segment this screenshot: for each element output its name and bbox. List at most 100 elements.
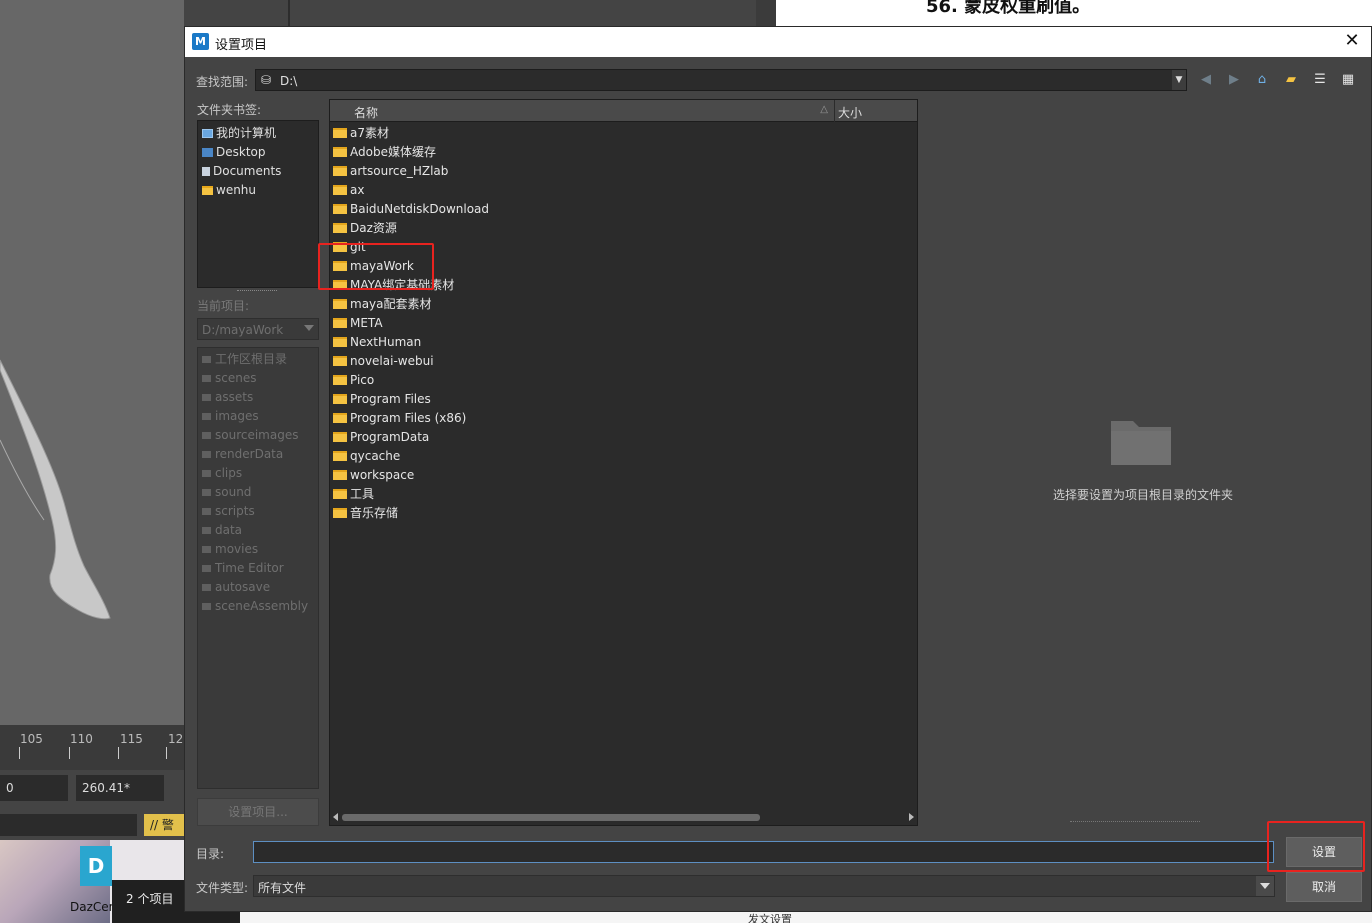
file-rows: a7素材 Adobe媒体缓存 artsource_HZlab ax BaiduN… <box>331 124 836 523</box>
command-line: // 警告 <box>0 810 184 854</box>
folder-row[interactable]: Program Files <box>331 390 836 409</box>
title-bar[interactable]: M 设置项目 ✕ <box>185 27 1371 57</box>
scroll-left-icon[interactable] <box>333 813 338 821</box>
folder-row[interactable]: NextHuman <box>331 333 836 352</box>
folder-icon <box>333 166 347 176</box>
folder-icon <box>333 318 347 328</box>
file-list-header: 名称 △ 大小 <box>330 100 917 122</box>
folder-icon <box>333 128 347 138</box>
directory-label: 目录: <box>196 847 225 861</box>
column-header-name[interactable]: 名称 △ <box>330 100 835 122</box>
list-item: movies <box>198 540 318 559</box>
bookmarks-panel: 我的计算机 Desktop Documents wenhu <box>197 120 319 288</box>
list-item: sceneAssembly <box>198 597 318 616</box>
folder-row[interactable]: novelai-webui <box>331 352 836 371</box>
folder-icon <box>202 413 211 420</box>
look-in-value: D:\ <box>280 74 298 88</box>
range-slider: 0 260.41* <box>0 770 184 810</box>
bookmark-wenhu[interactable]: wenhu <box>198 181 318 200</box>
bookmark-my-computer[interactable]: 我的计算机 <box>198 124 318 143</box>
large-folder-icon <box>1111 421 1171 465</box>
file-list[interactable]: 名称 △ 大小 a7素材 Adobe媒体缓存 artsource_HZlab a… <box>329 99 918 826</box>
look-in-combo[interactable]: ⛁ D:\ ▼ <box>255 69 1187 91</box>
folder-row[interactable]: META <box>331 314 836 333</box>
folder-row[interactable]: ProgramData <box>331 428 836 447</box>
warning-badge: // 警告 <box>144 814 184 854</box>
splitter-handle[interactable] <box>237 290 277 292</box>
computer-icon <box>202 129 213 138</box>
daz-app-icon[interactable]: D <box>80 846 112 886</box>
folder-icon <box>333 489 347 499</box>
maya-viewport <box>0 0 184 725</box>
chevron-down-icon[interactable]: ▼ <box>1172 70 1186 90</box>
folder-row[interactable]: 音乐存储 <box>331 504 836 523</box>
range-end-field[interactable]: 260.41* <box>76 775 164 801</box>
folder-icon <box>333 185 347 195</box>
new-folder-icon[interactable]: ▰ <box>1282 71 1300 89</box>
home-icon[interactable]: ⌂ <box>1253 71 1271 89</box>
folder-row[interactable]: qycache <box>331 447 836 466</box>
bookmark-documents[interactable]: Documents <box>198 162 318 181</box>
splitter-handle[interactable] <box>1070 821 1200 823</box>
chevron-down-icon[interactable] <box>1256 876 1274 896</box>
column-header-size[interactable]: 大小 <box>838 104 862 121</box>
cancel-button[interactable]: 取消 <box>1286 872 1362 902</box>
folder-row[interactable]: workspace <box>331 466 836 485</box>
drive-icon: ⛁ <box>261 73 272 87</box>
folder-row[interactable]: ax <box>331 181 836 200</box>
list-view-icon[interactable]: ☰ <box>1311 71 1329 89</box>
annotation-box-set-button <box>1267 821 1365 872</box>
folder-icon <box>202 603 211 610</box>
file-type-combo[interactable]: 所有文件 <box>253 875 1275 897</box>
folder-row[interactable]: Adobe媒体缓存 <box>331 143 836 162</box>
folder-row[interactable]: Daz资源 <box>331 219 836 238</box>
folder-row[interactable]: 工具 <box>331 485 836 504</box>
directory-input[interactable] <box>253 841 1274 863</box>
set-project-button: 设置项目... <box>197 798 319 826</box>
folder-icon <box>202 356 211 363</box>
current-project-label: 当前项目: <box>197 299 250 313</box>
list-item: assets <box>198 388 318 407</box>
horizontal-scrollbar[interactable] <box>330 811 917 825</box>
forward-icon[interactable]: ▶ <box>1225 71 1243 89</box>
list-item: sound <box>198 483 318 502</box>
look-in-label: 查找范围: <box>196 75 249 89</box>
back-icon[interactable]: ◀ <box>1197 71 1215 89</box>
desktop-icon <box>202 148 213 157</box>
scrollbar-thumb[interactable] <box>342 814 760 821</box>
doc-heading: 56. 蒙皮权重刷值。 <box>926 0 1091 17</box>
list-item: clips <box>198 464 318 483</box>
scroll-right-icon[interactable] <box>909 813 914 821</box>
folder-row[interactable]: BaiduNetdiskDownload <box>331 200 836 219</box>
time-slider[interactable]: 105 110 115 12 <box>0 725 184 770</box>
publish-settings-link[interactable]: 发文设置 <box>748 911 792 923</box>
set-project-dialog: M 设置项目 ✕ 查找范围: ⛁ D:\ ▼ ◀ ▶ ⌂ ▰ ☰ ▦ 文件夹书签… <box>184 26 1372 912</box>
folder-icon <box>202 584 211 591</box>
command-input[interactable] <box>0 814 137 836</box>
folder-row[interactable]: maya配套素材 <box>331 295 836 314</box>
folder-icon <box>202 470 211 477</box>
folder-row[interactable]: Pico <box>331 371 836 390</box>
tick-label: 110 <box>70 732 93 746</box>
close-icon[interactable]: ✕ <box>1341 30 1363 52</box>
range-start-field[interactable]: 0 <box>0 775 68 801</box>
folder-icon <box>333 375 347 385</box>
folder-icon <box>202 489 211 496</box>
folder-icon <box>333 413 347 423</box>
folder-icon <box>333 451 347 461</box>
bookmark-desktop[interactable]: Desktop <box>198 143 318 162</box>
list-item: sourceimages <box>198 426 318 445</box>
list-item: Time Editor <box>198 559 318 578</box>
bookmarks-label: 文件夹书签: <box>197 103 262 117</box>
folder-row[interactable]: Program Files (x86) <box>331 409 836 428</box>
current-project-value: D:/mayaWork <box>202 323 284 337</box>
folder-row[interactable]: a7素材 <box>331 124 836 143</box>
sort-ascending-icon: △ <box>820 104 828 115</box>
annotation-box-mayawork <box>318 243 434 290</box>
list-item: scenes <box>198 369 318 388</box>
folder-row[interactable]: artsource_HZlab <box>331 162 836 181</box>
chevron-down-icon <box>304 325 314 331</box>
detail-view-icon[interactable]: ▦ <box>1339 71 1357 89</box>
folder-icon <box>333 337 347 347</box>
folder-icon <box>202 546 211 553</box>
